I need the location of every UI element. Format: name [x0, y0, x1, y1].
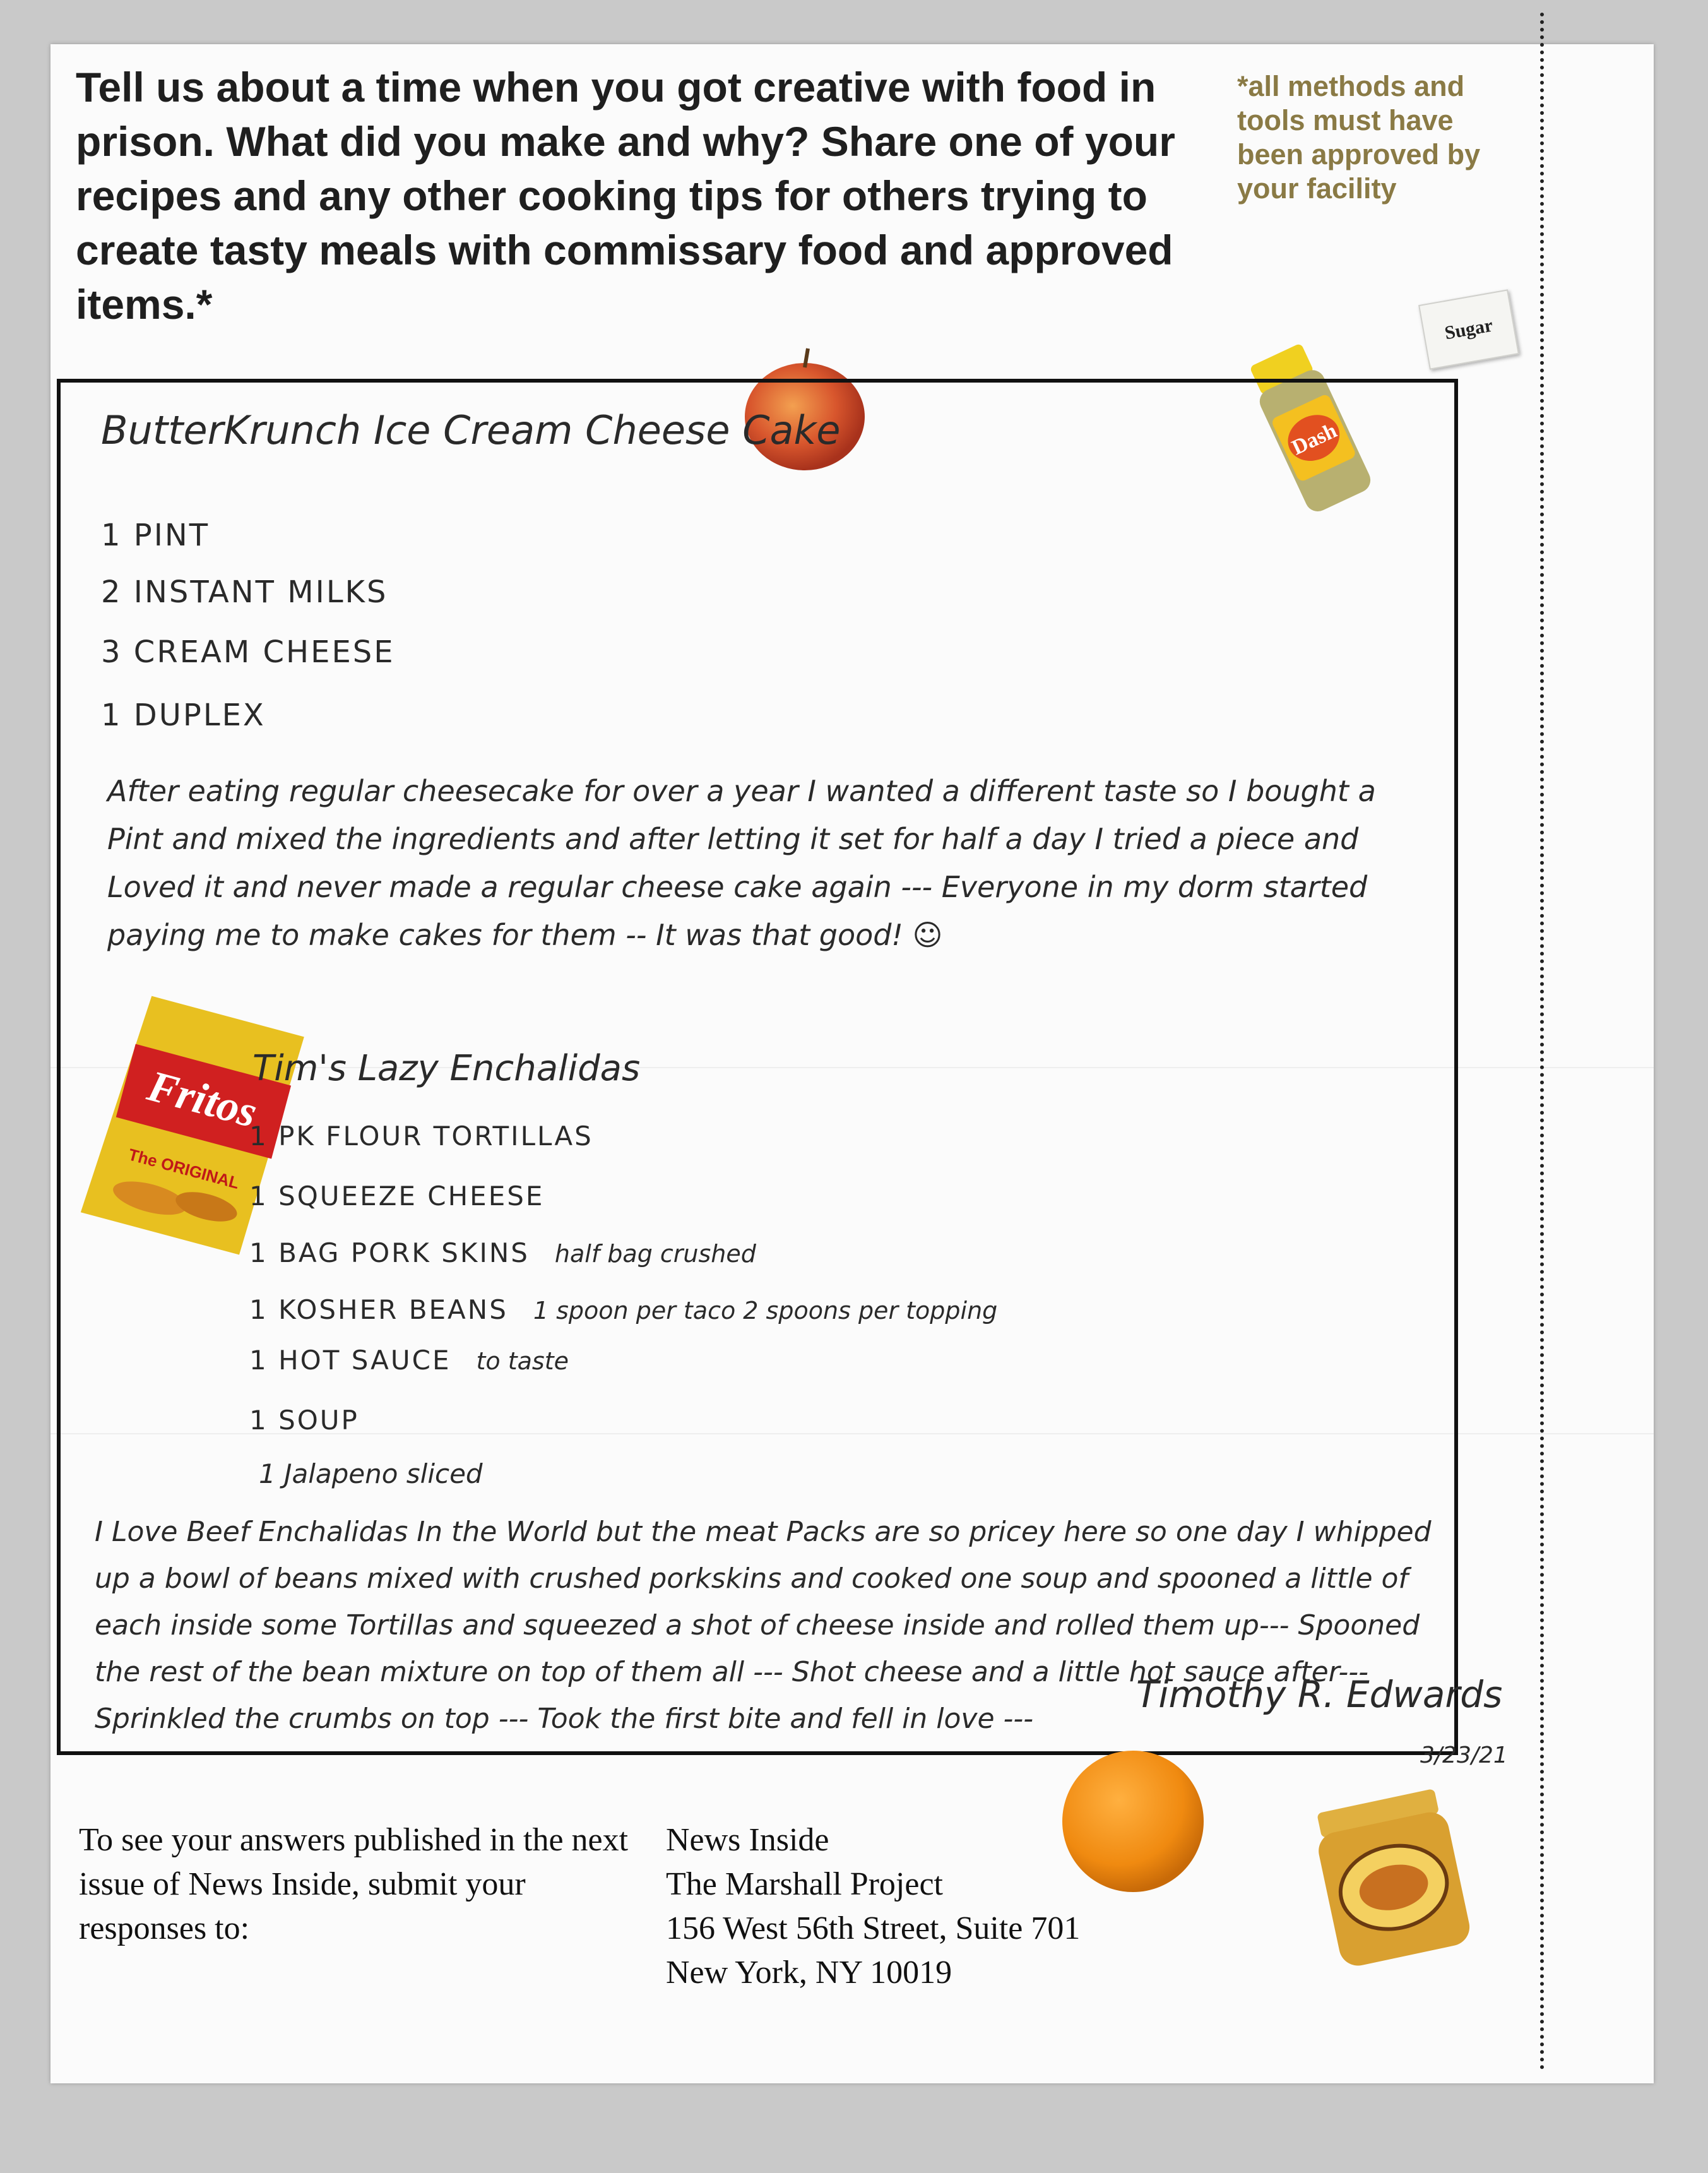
perforation-line [1540, 13, 1544, 2071]
peanut-butter-jar-image [1317, 1789, 1470, 1966]
recipe2-item-note: half bag crushed [554, 1240, 756, 1268]
recipe1-ingredient: 1 PINT [101, 518, 210, 553]
sugar-label: Sugar [1443, 314, 1495, 344]
address-line: 156 West 56th Street, Suite 701 [666, 1910, 1081, 1946]
mailing-address: News Inside The Marshall Project 156 Wes… [666, 1818, 1234, 1995]
response-date: 3/23/21 [1420, 1742, 1508, 1768]
recipe2-ingredient: 1 Jalapeno sliced [259, 1458, 483, 1489]
recipe1-title: ButterKrunch Ice Cream Cheese Cake [101, 407, 841, 453]
recipe2-item: 1 KOSHER BEANS [249, 1294, 508, 1325]
recipe2-item-note: 1 spoon per taco 2 spoons per topping [533, 1297, 998, 1325]
address-line: New York, NY 10019 [666, 1955, 952, 1991]
recipe2-item: 1 BAG PORK SKINS [249, 1237, 530, 1268]
recipe2-item-note: to taste [476, 1347, 569, 1375]
recipe2-ingredient: 1 BAG PORK SKINS half bag crushed [249, 1237, 756, 1268]
recipe2-ingredient: 1 PK FLOUR TORTILLAS [249, 1121, 593, 1152]
recipe2-item: 1 SOUP [249, 1405, 359, 1436]
recipe2-ingredient: 1 HOT SAUCE to taste [249, 1345, 569, 1376]
prompt-question: Tell us about a time when you got creati… [76, 64, 1175, 328]
address-line: News Inside [666, 1822, 829, 1858]
recipe1-ingredient: 3 CREAM CHEESE [101, 634, 395, 670]
recipe1-ingredient: 2 INSTANT MILKS [101, 575, 388, 610]
recipe2-ingredient: 1 SOUP [249, 1405, 359, 1436]
recipe2-ingredient: 1 SQUEEZE CHEESE [249, 1181, 544, 1212]
submission-instructions: To see your answers published in the nex… [79, 1822, 629, 1946]
recipe2-item: 1 PK FLOUR TORTILLAS [249, 1121, 593, 1152]
recipe1-story: After eating regular cheesecake for over… [107, 774, 1376, 952]
recipe2-title: Tim's Lazy Enchalidas [252, 1048, 641, 1089]
address-line: The Marshall Project [666, 1866, 943, 1902]
recipe2-item: 1 Jalapeno sliced [259, 1458, 483, 1489]
signature: Timothy R. Edwards [1136, 1673, 1503, 1716]
recipe2-item: 1 SQUEEZE CHEESE [249, 1181, 545, 1212]
recipe1-ingredient: 1 DUPLEX [101, 698, 266, 733]
recipe2-ingredient: 1 KOSHER BEANS 1 spoon per taco 2 spoons … [249, 1294, 997, 1325]
recipe2-item: 1 HOT SAUCE [249, 1345, 451, 1376]
approval-note: *all methods and tools must have been ap… [1237, 70, 1481, 205]
